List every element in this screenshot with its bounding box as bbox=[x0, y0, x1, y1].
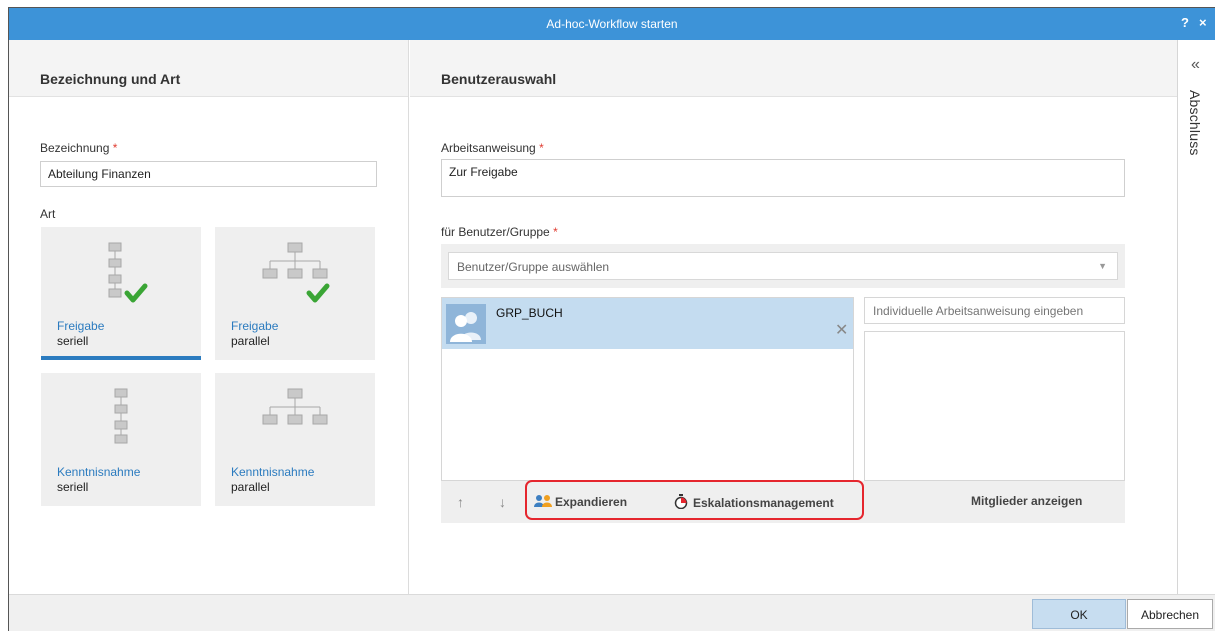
tile-title: Kenntnisnahme bbox=[57, 465, 141, 479]
serial-hierarchy-icon bbox=[114, 388, 128, 444]
user-group-select-placeholder: Benutzer/Gruppe auswählen bbox=[457, 260, 610, 274]
tile-acknowledge-parallel[interactable]: Kenntnisnahme parallel bbox=[215, 373, 375, 506]
remove-icon[interactable]: ✕ bbox=[835, 320, 848, 340]
help-icon[interactable]: ? bbox=[1181, 15, 1189, 30]
dialog-title: Ad-hoc-Workflow starten bbox=[546, 17, 678, 31]
cancel-button[interactable]: Abbrechen bbox=[1127, 599, 1213, 629]
selected-users-list: GRP_BUCH ✕ bbox=[441, 297, 854, 481]
summary-panel-label: Abschluss bbox=[1187, 90, 1203, 156]
ok-button[interactable]: OK bbox=[1032, 599, 1126, 629]
name-label: Bezeichnung * bbox=[40, 141, 118, 155]
move-up-icon[interactable]: ↑ bbox=[457, 494, 464, 510]
right-panel-header: Benutzerauswahl bbox=[410, 40, 1177, 97]
dialog-titlebar: Ad-hoc-Workflow starten ? × bbox=[9, 8, 1215, 40]
collapse-chevron-icon[interactable]: « bbox=[1191, 56, 1200, 74]
move-down-icon[interactable]: ↓ bbox=[499, 494, 506, 510]
type-label: Art bbox=[40, 207, 56, 221]
user-group-label: für Benutzer/Gruppe * bbox=[441, 225, 558, 239]
tile-subtitle: parallel bbox=[231, 334, 270, 348]
tile-subtitle: parallel bbox=[231, 480, 270, 494]
user-group-select-container: Benutzer/Gruppe auswählen ▼ bbox=[441, 244, 1125, 288]
instruction-input[interactable] bbox=[441, 159, 1125, 197]
tile-approval-parallel[interactable]: Freigabe parallel bbox=[215, 227, 375, 360]
show-members-button[interactable]: Mitglieder anzeigen bbox=[971, 494, 1082, 508]
individual-instruction-input[interactable] bbox=[864, 297, 1125, 324]
selected-indicator bbox=[41, 356, 201, 360]
parallel-hierarchy-check-icon bbox=[262, 242, 330, 303]
close-icon[interactable]: × bbox=[1199, 15, 1207, 30]
tile-title: Freigabe bbox=[57, 319, 105, 333]
highlight-annotation bbox=[525, 480, 864, 520]
serial-hierarchy-check-icon bbox=[108, 242, 148, 303]
tile-title: Kenntnisnahme bbox=[231, 465, 315, 479]
tile-title: Freigabe bbox=[231, 319, 279, 333]
chevron-down-icon[interactable]: ▼ bbox=[1098, 261, 1107, 271]
user-name: GRP_BUCH bbox=[496, 306, 563, 320]
list-item[interactable]: GRP_BUCH ✕ bbox=[442, 298, 853, 349]
left-panel-heading: Bezeichnung und Art bbox=[40, 71, 181, 87]
tile-acknowledge-serial[interactable]: Kenntnisnahme seriell bbox=[41, 373, 201, 506]
left-panel-header: Bezeichnung und Art bbox=[9, 40, 408, 97]
parallel-hierarchy-icon bbox=[262, 388, 328, 425]
name-input[interactable] bbox=[40, 161, 377, 187]
instruction-label: Arbeitsanweisung * bbox=[441, 141, 544, 155]
tile-subtitle: seriell bbox=[57, 480, 89, 494]
tile-subtitle: seriell bbox=[57, 334, 89, 348]
user-group-select[interactable]: Benutzer/Gruppe auswählen ▼ bbox=[448, 252, 1118, 280]
group-avatar-icon bbox=[446, 304, 486, 344]
right-panel-heading: Benutzerauswahl bbox=[441, 71, 557, 87]
individual-instruction-area[interactable] bbox=[864, 331, 1125, 481]
tile-approval-serial[interactable]: Freigabe seriell bbox=[41, 227, 201, 360]
summary-side-panel[interactable]: « Abschluss bbox=[1177, 40, 1215, 594]
dialog-footer: OK Abbrechen bbox=[9, 594, 1215, 631]
